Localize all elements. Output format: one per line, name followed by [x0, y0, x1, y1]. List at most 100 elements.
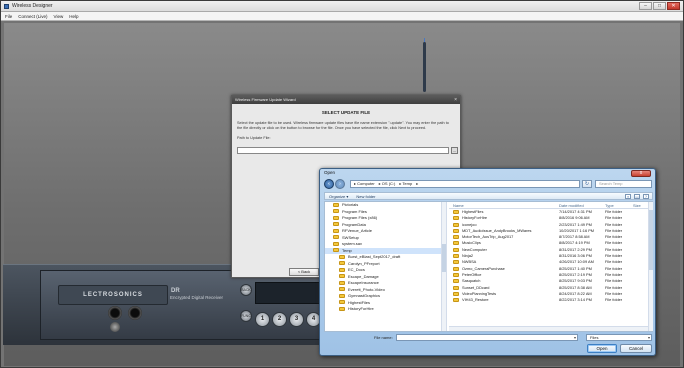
menu-file[interactable]: File	[5, 14, 12, 19]
minimize-button[interactable]: –	[639, 2, 652, 10]
device-button-3[interactable]: 3	[289, 312, 304, 327]
tree-item[interactable]: HistoryForHire	[325, 306, 446, 313]
tree-scrollbar[interactable]	[441, 202, 446, 331]
wizard-title: Wireless Firmware Update Wizard	[235, 97, 296, 102]
device-button-2[interactable]: 2	[272, 312, 287, 327]
folder-icon	[339, 280, 345, 285]
tree-item-label: Pictorials	[342, 202, 359, 207]
refresh-icon[interactable]: ↻	[582, 180, 592, 188]
wizard-heading: SELECT UPDATE FILE	[321, 110, 371, 115]
wizard-close-icon[interactable]: ×	[454, 96, 457, 104]
open-file-dialog: Open x ‹ › ▸ Computer ▸ OS (C:) ▸ Temp ▸…	[319, 168, 656, 356]
back-arrow-icon[interactable]: ‹	[324, 179, 334, 189]
navigation-bar: ‹ › ▸ Computer ▸ OS (C:) ▸ Temp ▸ ↻ Sear…	[324, 179, 653, 190]
tree-item-label: Program Files (x86)	[342, 215, 378, 220]
antenna	[423, 42, 426, 92]
folder-icon	[339, 261, 345, 266]
file-list-scrollbar[interactable]	[648, 202, 653, 331]
folder-icon	[453, 247, 459, 252]
model-name: DR	[171, 288, 180, 294]
breadcrumb-temp[interactable]: ▸ Temp	[399, 181, 412, 187]
file-list-scroll-thumb[interactable]	[649, 210, 653, 270]
toolbar-icons: ≡ ▭ ?	[625, 194, 649, 199]
update-file-path-input[interactable]	[237, 147, 449, 154]
folder-icon	[339, 254, 345, 259]
file-type-filter[interactable]: Files ▾	[586, 334, 652, 341]
folder-icon	[453, 216, 459, 221]
headphone-jack	[108, 306, 122, 320]
folder-icon	[453, 279, 459, 284]
device-back-button[interactable]: BACK	[240, 284, 252, 296]
menu-view[interactable]: View	[54, 14, 64, 19]
menu-help[interactable]: Help	[69, 14, 78, 19]
tree-item-label: Everett_Photo-Video	[348, 286, 385, 292]
chevron-down-icon[interactable]: ▾	[648, 335, 650, 340]
tree-item-label: Escape_Damage	[348, 273, 379, 279]
file-list: Name Date modified Type Size HighestFile…	[449, 202, 653, 331]
tree-item-label: HistoryForHire	[348, 306, 374, 311]
column-size[interactable]: Size	[633, 203, 641, 208]
wizard-back-button[interactable]: < Back	[289, 268, 319, 276]
open-dialog-close-button[interactable]: x	[631, 170, 651, 177]
column-date-modified[interactable]: Date modified	[559, 203, 584, 208]
maximize-button[interactable]: □	[653, 2, 666, 10]
close-button[interactable]: ✕	[667, 2, 680, 10]
organize-menu[interactable]: Organize ▾	[329, 194, 348, 199]
app-title: Wireless Designer	[12, 3, 53, 9]
folder-icon	[453, 298, 459, 303]
folder-icon	[339, 274, 345, 279]
breadcrumb-os-c[interactable]: ▸ OS (C:)	[379, 181, 396, 187]
folder-icon	[453, 241, 459, 246]
folder-icon	[333, 222, 339, 227]
preview-pane-icon[interactable]: ▭	[634, 194, 640, 199]
breadcrumb-chevron[interactable]: ▸	[416, 181, 418, 187]
folder-icon	[339, 306, 345, 311]
tree-item-label: Burst_eBlast_Sept2017_draft	[348, 254, 401, 259]
folder-icon	[333, 241, 339, 246]
forward-arrow-icon[interactable]: ›	[335, 179, 345, 189]
help-icon[interactable]: ?	[643, 194, 649, 199]
column-type[interactable]: Type	[605, 203, 614, 208]
tree-item-label: Temp	[342, 247, 352, 253]
tree-scroll-thumb[interactable]	[442, 244, 446, 272]
cancel-button[interactable]: Cancel	[620, 344, 652, 353]
chevron-down-icon[interactable]: ▾	[574, 335, 576, 340]
column-name[interactable]: Name	[453, 203, 464, 208]
brand-text: LECTROSONICS	[83, 292, 143, 298]
tree-item-label: Program Files	[342, 208, 367, 214]
file-list-horizontal-scrollbar[interactable]	[449, 326, 648, 331]
folder-icon	[333, 209, 339, 214]
search-input[interactable]: Search Temp	[595, 180, 652, 188]
tree-item-label: HighestFiles	[348, 299, 371, 305]
tree-item-label: Carolyn_PFreport	[348, 260, 380, 266]
folder-icon	[453, 291, 459, 296]
open-button[interactable]: Open	[587, 344, 617, 353]
folder-icon	[453, 210, 459, 214]
folder-icon	[339, 287, 345, 292]
folder-icon	[453, 228, 459, 233]
file-name: VIH43_Restore	[462, 297, 489, 303]
folder-icon	[339, 300, 345, 305]
device-func-button[interactable]: FUNC	[240, 310, 252, 322]
views-icon[interactable]: ≡	[625, 194, 631, 199]
breadcrumb[interactable]: ▸ Computer ▸ OS (C:) ▸ Temp ▸	[350, 180, 580, 188]
file-row[interactable]: VIH43_Restore 8/22/2017 3:14 PM File folde…	[449, 297, 653, 303]
power-knob-icon	[110, 322, 120, 332]
menu-connect-live[interactable]: Connect (Live)	[18, 14, 47, 19]
new-folder-button[interactable]: New folder	[356, 194, 375, 199]
tree-item-label: EscapeInsurance	[348, 280, 379, 285]
tree-item-label: system.sav	[342, 241, 363, 246]
menubar: File Connect (Live) View Help	[1, 12, 683, 21]
browse-button[interactable]: ...	[451, 147, 458, 154]
tree-item-label: RFVenue_Article	[342, 228, 373, 233]
breadcrumb-computer[interactable]: ▸ Computer	[354, 181, 375, 187]
device-button-1[interactable]: 1	[255, 312, 270, 327]
app-titlebar: Wireless Designer – □ ✕	[1, 1, 683, 12]
file-name-input[interactable]: ▾	[396, 334, 578, 341]
app-icon	[4, 4, 9, 9]
file-type-filter-value: Files	[590, 335, 599, 340]
folder-icon	[453, 254, 459, 259]
folder-tree: Pictorials Program Files Program Files (x8…	[325, 202, 447, 331]
file-type: File folder	[605, 297, 623, 303]
dialog-toolbar: Organize ▾ New folder ≡ ▭ ?	[324, 192, 653, 200]
